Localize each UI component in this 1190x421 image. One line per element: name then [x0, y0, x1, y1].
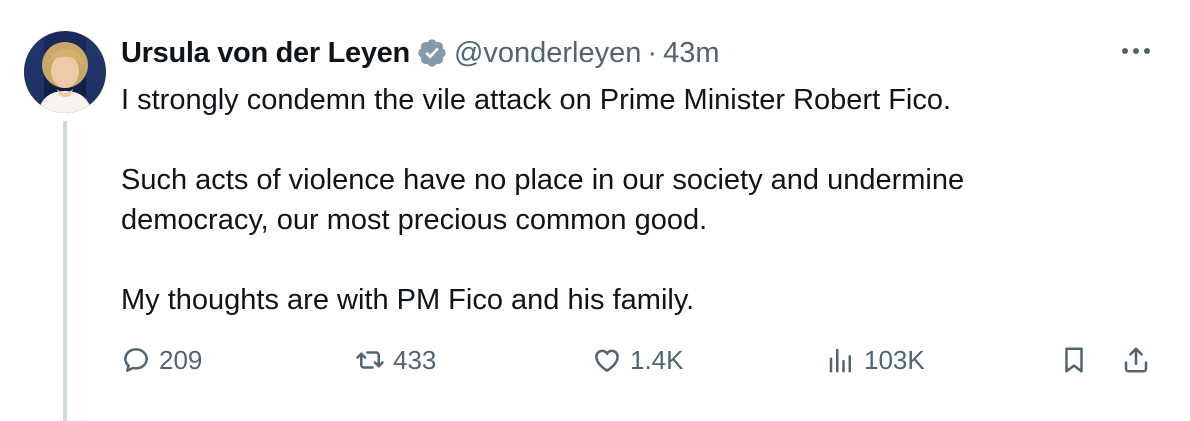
reply-button[interactable]: 209: [121, 340, 202, 380]
retweet-icon: [355, 345, 385, 375]
share-button[interactable]: [1121, 340, 1151, 380]
bookmark-icon: [1059, 345, 1089, 375]
verified-badge-icon: [416, 37, 448, 69]
tweet-text: I strongly condemn the vile attack on Pr…: [121, 80, 1121, 320]
like-button[interactable]: 1.4K: [592, 340, 684, 380]
avatar[interactable]: [24, 31, 106, 113]
share-icon: [1121, 345, 1151, 375]
more-options-icon[interactable]: [1118, 36, 1154, 66]
separator-dot: ·: [647, 36, 658, 69]
views-button[interactable]: 103K: [826, 340, 925, 380]
tweet-timestamp[interactable]: 43m: [663, 37, 719, 70]
heart-icon: [592, 345, 622, 375]
like-count: 1.4K: [630, 344, 684, 375]
bookmark-button[interactable]: [1059, 340, 1089, 380]
retweet-button[interactable]: 433: [355, 340, 436, 380]
author-name[interactable]: Ursula von der Leyen: [121, 37, 410, 70]
tweet-header: Ursula von der Leyen @vonderleyen · 43m: [121, 34, 719, 72]
reply-icon: [121, 345, 151, 375]
tweet-line: Such acts of violence have no place in o…: [121, 164, 965, 196]
thread-line: [63, 121, 67, 421]
reply-count: 209: [159, 344, 203, 375]
tweet-line: democracy, our most precious common good…: [121, 204, 708, 236]
views-count: 103K: [864, 344, 925, 375]
author-handle[interactable]: @vonderleyen: [454, 37, 641, 70]
views-icon: [826, 345, 856, 375]
tweet-line: I strongly condemn the vile attack on Pr…: [121, 84, 952, 116]
retweet-count: 433: [393, 344, 437, 375]
tweet-line: My thoughts are with PM Fico and his fam…: [121, 284, 695, 316]
tweet-actions: 209 433 1.4K 103K: [121, 340, 1190, 380]
